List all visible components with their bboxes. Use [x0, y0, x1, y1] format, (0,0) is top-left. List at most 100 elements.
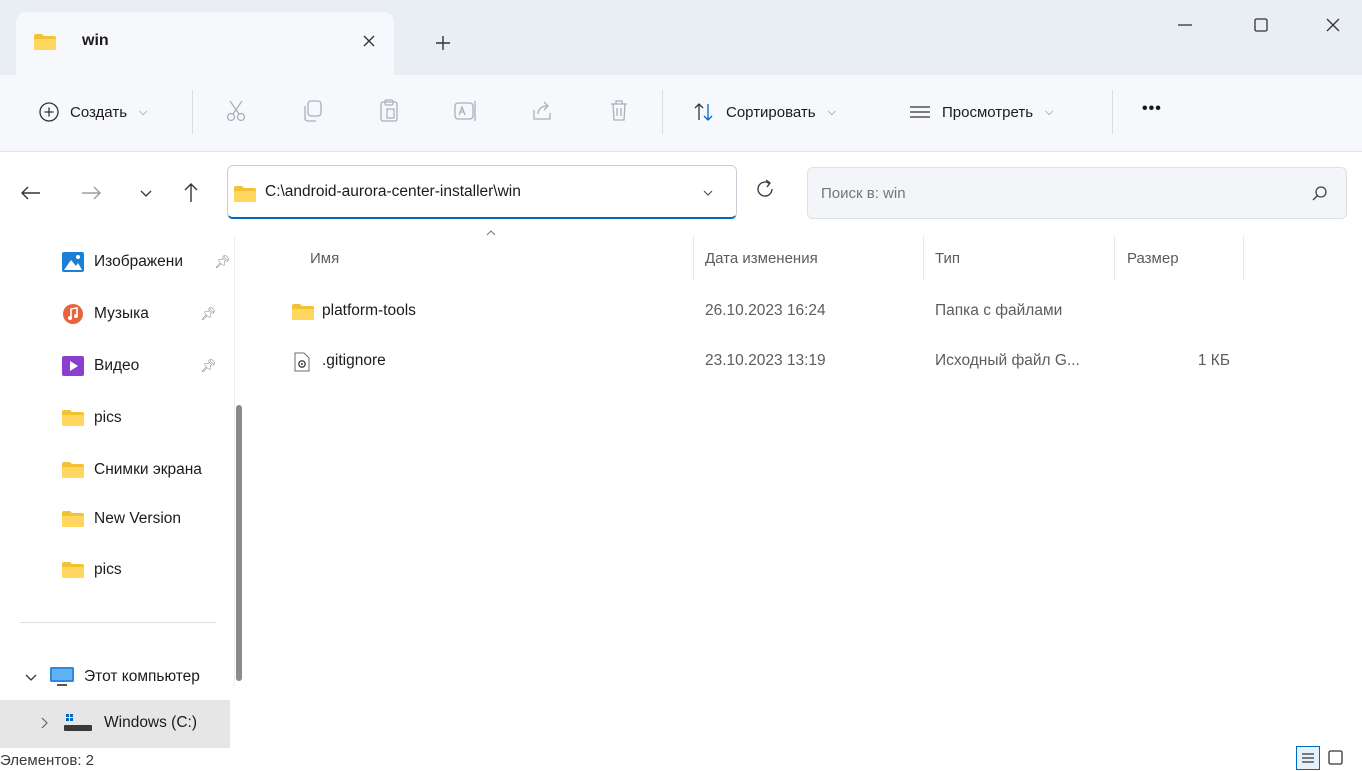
status-item-count: Элементов: 2	[0, 752, 95, 769]
drive-icon	[64, 714, 92, 731]
delete-button[interactable]	[606, 98, 632, 124]
sidebar-item-music[interactable]: Музыка 📌︎	[40, 294, 235, 334]
address-path[interactable]: C:\android-aurora-center-installer\win	[265, 183, 521, 201]
minimize-button[interactable]	[1162, 8, 1208, 44]
column-divider[interactable]	[1243, 236, 1244, 280]
folder-icon	[34, 34, 56, 50]
pin-icon: 📌︎	[200, 358, 217, 373]
sidebar-divider	[20, 622, 216, 623]
file-type: Папка с файлами	[935, 302, 1063, 319]
rename-button[interactable]	[452, 98, 478, 124]
sidebar-item-this-pc[interactable]: Этот компьютер	[22, 660, 232, 694]
sidebar-item-label: Этот компьютер	[84, 668, 200, 685]
column-divider[interactable]	[1114, 236, 1115, 280]
chevron-down-icon: ⌵	[1045, 105, 1054, 118]
pictures-icon	[62, 252, 84, 272]
sidebar-item-screenshots[interactable]: Снимки экрана	[40, 450, 235, 490]
close-icon	[363, 35, 375, 47]
folder-icon	[62, 511, 84, 527]
forward-button[interactable]	[78, 180, 104, 206]
paste-button[interactable]	[376, 98, 402, 124]
up-button[interactable]	[178, 180, 204, 206]
chevron-down-icon	[25, 674, 37, 681]
clipboard-icon	[380, 99, 398, 122]
refresh-button[interactable]	[752, 176, 778, 202]
column-divider[interactable]	[693, 236, 694, 280]
close-window-button[interactable]	[1310, 8, 1356, 44]
folder-icon	[62, 462, 84, 478]
maximize-button[interactable]	[1238, 8, 1284, 44]
close-icon	[1326, 18, 1340, 32]
file-name: .gitignore	[322, 352, 386, 369]
sidebar-item-label: pics	[94, 409, 122, 426]
file-name: platform-tools	[322, 302, 416, 319]
sidebar-item-video[interactable]: Видео 📌︎	[40, 346, 235, 386]
sidebar-item-label: Музыка	[94, 305, 149, 322]
view-button[interactable]: Просмотреть ⌵	[908, 98, 1053, 126]
sidebar-item-label: Windows (C:)	[104, 714, 198, 731]
create-label: Создать	[70, 103, 128, 121]
sort-button[interactable]: Сортировать ⌵	[692, 98, 836, 126]
recent-locations-button[interactable]	[136, 183, 156, 203]
rename-icon	[454, 101, 476, 121]
search-icon	[1310, 184, 1330, 204]
sidebar-item-label: Изображени	[94, 253, 184, 270]
file-date: 23.10.2023 13:19	[705, 352, 826, 369]
create-button[interactable]: Создать ⌵	[38, 98, 147, 126]
column-divider[interactable]	[923, 236, 924, 280]
share-button[interactable]	[530, 98, 556, 124]
maximize-icon	[1254, 18, 1268, 32]
sidebar-scrollbar[interactable]	[236, 405, 242, 681]
column-header-name[interactable]: Имя	[310, 250, 339, 267]
divider	[662, 90, 663, 134]
more-options-button[interactable]: •••	[1142, 100, 1162, 118]
sort-label: Сортировать	[726, 103, 816, 121]
video-icon	[62, 356, 84, 376]
sort-ascending-icon	[484, 228, 498, 238]
sidebar-scroll-track	[234, 236, 235, 686]
pin-icon: 📌︎	[214, 254, 231, 269]
column-header-size[interactable]: Размер	[1127, 250, 1179, 267]
column-header-type[interactable]: Тип	[935, 250, 960, 267]
large-icons-view-button[interactable]	[1324, 746, 1348, 770]
cut-button[interactable]	[224, 98, 250, 124]
sort-icon	[694, 103, 713, 121]
chevron-down-icon	[703, 190, 713, 196]
folder-icon	[234, 186, 256, 202]
close-tab-button[interactable]	[356, 28, 382, 54]
copy-button[interactable]	[300, 98, 326, 124]
divider	[192, 90, 193, 134]
sidebar-item-pics-2[interactable]: pics	[40, 550, 235, 590]
sidebar-item-new-version[interactable]: New Version	[40, 499, 235, 539]
back-button[interactable]	[18, 180, 44, 206]
computer-icon	[50, 667, 74, 686]
divider	[1112, 90, 1113, 134]
sidebar-item-label: pics	[94, 561, 122, 578]
share-icon	[533, 101, 551, 120]
pin-icon: 📌︎	[200, 306, 217, 321]
music-icon	[63, 304, 83, 324]
search-input[interactable]: Поиск в: win	[821, 185, 906, 202]
tab-win[interactable]	[16, 12, 394, 75]
sidebar-item-pics[interactable]: pics	[40, 398, 235, 438]
new-tab-button[interactable]	[430, 30, 456, 56]
details-view-icon	[1302, 753, 1314, 763]
drive-c-row: Windows (C:)	[38, 712, 197, 734]
sidebar-item-label: Снимки экрана	[94, 461, 202, 478]
scissors-icon	[226, 100, 246, 122]
plus-circle-icon	[39, 102, 59, 122]
chevron-down-icon: ⌵	[139, 105, 148, 118]
file-type: Исходный файл G...	[935, 352, 1080, 369]
sidebar-item-label: New Version	[94, 510, 182, 527]
tab-title: win	[82, 32, 109, 49]
sidebar-item-label: Видео	[94, 357, 140, 374]
tiles-view-icon	[1328, 750, 1343, 765]
address-dropdown-button[interactable]	[698, 183, 718, 203]
minimize-icon	[1178, 24, 1192, 26]
column-header-date[interactable]: Дата изменения	[705, 250, 818, 267]
folder-icon	[292, 304, 314, 320]
details-view-button[interactable]	[1296, 746, 1320, 770]
refresh-icon	[757, 179, 773, 197]
chevron-right-icon	[41, 717, 48, 729]
sidebar-item-pictures[interactable]: Изображени 📌︎	[40, 242, 235, 282]
